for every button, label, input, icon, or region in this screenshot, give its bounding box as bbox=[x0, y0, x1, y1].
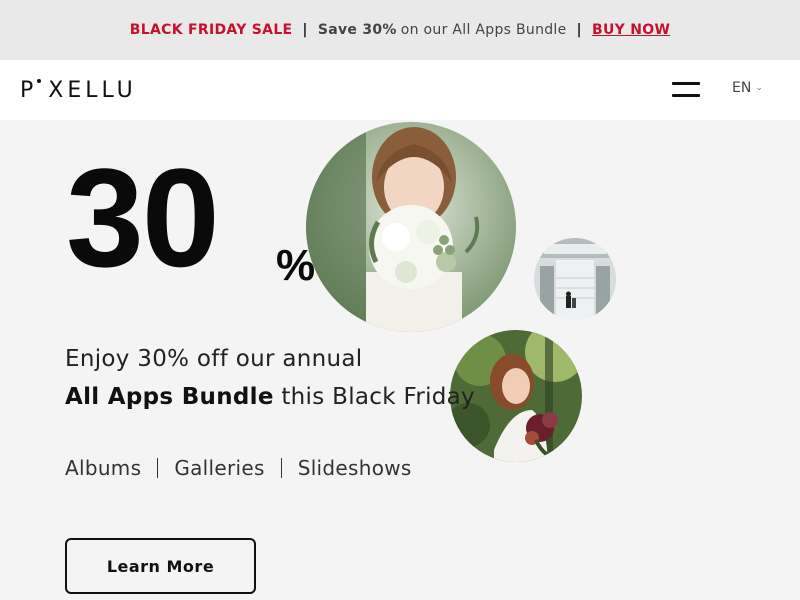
hamburger-icon[interactable] bbox=[672, 82, 700, 98]
promo-sale-label: BLACK FRIDAY SALE bbox=[129, 22, 293, 38]
staircase-photo bbox=[534, 238, 616, 320]
language-selector[interactable]: EN ⌄ bbox=[732, 80, 763, 96]
headline-bold: All Apps Bundle bbox=[65, 384, 274, 410]
buy-now-link[interactable]: BUY NOW bbox=[592, 22, 670, 38]
chevron-down-icon: ⌄ bbox=[755, 83, 763, 93]
promo-save-text: Save 30% bbox=[317, 22, 397, 38]
promo-offer-text: on our All Apps Bundle bbox=[400, 22, 567, 38]
promo-bar: BLACK FRIDAY SALE | Save 30% on our All … bbox=[0, 0, 800, 60]
promo-separator: | bbox=[576, 22, 582, 38]
language-label: EN bbox=[732, 80, 752, 96]
promo-separator: | bbox=[302, 22, 308, 38]
hamburger-line bbox=[672, 94, 700, 97]
hamburger-line bbox=[672, 82, 700, 85]
logo[interactable]: P XELLU bbox=[20, 78, 137, 103]
feature-list: Albums Galleries Slideshows bbox=[65, 456, 412, 480]
feature-divider bbox=[280, 458, 282, 478]
headline-rest: this Black Friday bbox=[273, 384, 475, 410]
hero-subtitle: Enjoy 30% off our annual bbox=[65, 346, 363, 372]
hero-headline: All Apps Bundle this Black Friday bbox=[65, 384, 475, 410]
bride-bouquet-photo bbox=[306, 122, 516, 332]
feature-divider bbox=[157, 458, 159, 478]
feature-galleries: Galleries bbox=[174, 456, 265, 480]
logo-dot bbox=[37, 79, 41, 83]
discount-number: 30 bbox=[66, 139, 220, 296]
learn-more-button[interactable]: Learn More bbox=[65, 538, 256, 594]
feature-albums: Albums bbox=[65, 456, 142, 480]
feature-slideshows: Slideshows bbox=[297, 456, 412, 480]
